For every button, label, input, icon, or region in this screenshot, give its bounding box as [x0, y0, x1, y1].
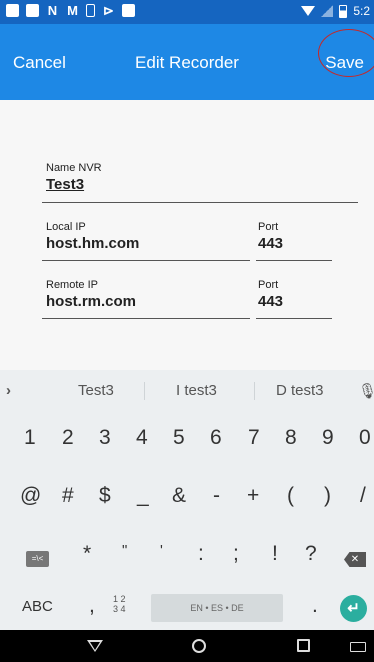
space-bar[interactable]: EN • ES • DE	[151, 594, 283, 622]
image-icon	[26, 4, 39, 17]
key-8[interactable]: 8	[285, 426, 297, 450]
key-2[interactable]: 2	[62, 426, 74, 450]
video-icon	[122, 4, 135, 17]
key-exclamation[interactable]: !	[272, 542, 278, 566]
m-icon: M	[67, 3, 78, 18]
name-nvr-field[interactable]: Name NVR Test3	[42, 162, 358, 203]
local-port-value[interactable]: 443	[258, 235, 283, 252]
cancel-button[interactable]: Cancel	[13, 53, 66, 73]
battery-icon	[339, 4, 348, 18]
suggestion-item[interactable]: I test3	[176, 382, 217, 399]
flag-icon: ⊳	[103, 3, 114, 18]
fraction-top: 1 2	[113, 594, 126, 604]
phone-icon	[86, 4, 95, 17]
key-minus[interactable]: -	[213, 484, 220, 508]
n-icon: N	[47, 3, 58, 18]
local-ip-field[interactable]: Local IP host.hm.com	[42, 221, 250, 261]
symbols-toggle-key[interactable]: =\<	[26, 551, 49, 567]
key-plus[interactable]: +	[247, 484, 259, 508]
app-icon	[6, 4, 19, 17]
remote-ip-label: Remote IP	[46, 279, 98, 291]
key-slash[interactable]: /	[360, 484, 366, 508]
key-dollar[interactable]: $	[99, 484, 111, 508]
remote-ip-field[interactable]: Remote IP host.rm.com	[42, 279, 250, 319]
key-double-quote[interactable]: "	[122, 542, 127, 559]
key-single-quote[interactable]: '	[160, 542, 163, 559]
key-hash[interactable]: #	[62, 484, 74, 508]
edit-recorder-form: Name NVR Test3 Local IP host.hm.com Port…	[0, 100, 374, 370]
status-bar: N M ⊳ 5:2	[0, 0, 374, 24]
enter-key-icon[interactable]: ↵	[340, 595, 367, 622]
suggestion-item[interactable]: Test3	[78, 382, 114, 399]
symbol-row-2: =\< * " ' : ; ! ? ✕	[0, 538, 374, 582]
key-period[interactable]: .	[312, 594, 318, 618]
local-port-label: Port	[258, 221, 279, 233]
key-ampersand[interactable]: &	[172, 484, 186, 508]
key-colon[interactable]: :	[198, 542, 204, 566]
system-icons: 5:2	[301, 4, 370, 18]
clock: 5:2	[353, 4, 370, 18]
remote-port-label: Port	[258, 279, 279, 291]
soft-keyboard: › Test3 I test3 D test3 🎙 1 2 3 4 5 6 7 …	[0, 370, 374, 630]
key-4[interactable]: 4	[136, 426, 148, 450]
key-3[interactable]: 3	[99, 426, 111, 450]
number-row: 1 2 3 4 5 6 7 8 9 0	[0, 426, 374, 470]
key-at[interactable]: @	[20, 484, 41, 508]
remote-port-underline	[256, 318, 332, 319]
local-ip-underline	[42, 260, 250, 261]
home-icon[interactable]	[192, 639, 206, 653]
key-comma[interactable]: ,	[89, 594, 95, 618]
local-ip-value[interactable]: host.hm.com	[46, 235, 139, 252]
key-open-paren[interactable]: (	[287, 484, 294, 508]
key-5[interactable]: 5	[173, 426, 185, 450]
notification-icons: N M ⊳	[6, 4, 135, 17]
navigation-bar	[0, 630, 374, 662]
name-nvr-label: Name NVR	[46, 162, 102, 174]
key-7[interactable]: 7	[248, 426, 260, 450]
name-nvr-underline	[42, 202, 358, 203]
key-asterisk[interactable]: *	[83, 542, 91, 566]
bottom-key-row: ABC , 1 2 3 4 EN • ES • DE . ↵	[0, 586, 374, 630]
suggestion-expand-icon[interactable]: ›	[6, 382, 11, 399]
keyboard-icon[interactable]	[350, 642, 366, 652]
fractions-key[interactable]: 1 2 3 4	[113, 594, 126, 614]
key-6[interactable]: 6	[210, 426, 222, 450]
microphone-icon[interactable]: 🎙	[358, 382, 374, 400]
backspace-icon[interactable]: ✕	[344, 552, 366, 567]
name-nvr-value[interactable]: Test3	[46, 176, 102, 193]
wifi-icon	[301, 6, 316, 16]
remote-ip-value[interactable]: host.rm.com	[46, 293, 136, 310]
key-9[interactable]: 9	[322, 426, 334, 450]
key-semicolon[interactable]: ;	[233, 542, 239, 566]
suggestion-item[interactable]: D test3	[276, 382, 324, 399]
suggestion-strip: › Test3 I test3 D test3 🎙	[0, 370, 374, 410]
suggestion-divider	[144, 382, 145, 400]
abc-key[interactable]: ABC	[22, 598, 53, 615]
remote-port-value[interactable]: 443	[258, 293, 283, 310]
key-0[interactable]: 0	[359, 426, 371, 450]
save-highlight-circle	[318, 29, 374, 77]
remote-port-field[interactable]: Port 443	[256, 279, 332, 319]
local-port-underline	[256, 260, 332, 261]
local-port-field[interactable]: Port 443	[256, 221, 332, 261]
fraction-bottom: 3 4	[113, 604, 126, 614]
app-toolbar: Edit Recorder Cancel Save	[0, 24, 374, 100]
remote-ip-underline	[42, 318, 250, 319]
back-icon[interactable]	[87, 640, 103, 652]
key-question[interactable]: ?	[305, 542, 317, 566]
recents-icon[interactable]	[297, 639, 310, 652]
suggestion-divider	[254, 382, 255, 400]
local-ip-label: Local IP	[46, 221, 86, 233]
key-close-paren[interactable]: )	[324, 484, 331, 508]
signal-icon	[321, 5, 334, 17]
key-underscore[interactable]: _	[137, 484, 149, 508]
symbol-row-1: @ # $ _ & - + ( ) /	[0, 484, 374, 528]
key-1[interactable]: 1	[24, 426, 36, 450]
